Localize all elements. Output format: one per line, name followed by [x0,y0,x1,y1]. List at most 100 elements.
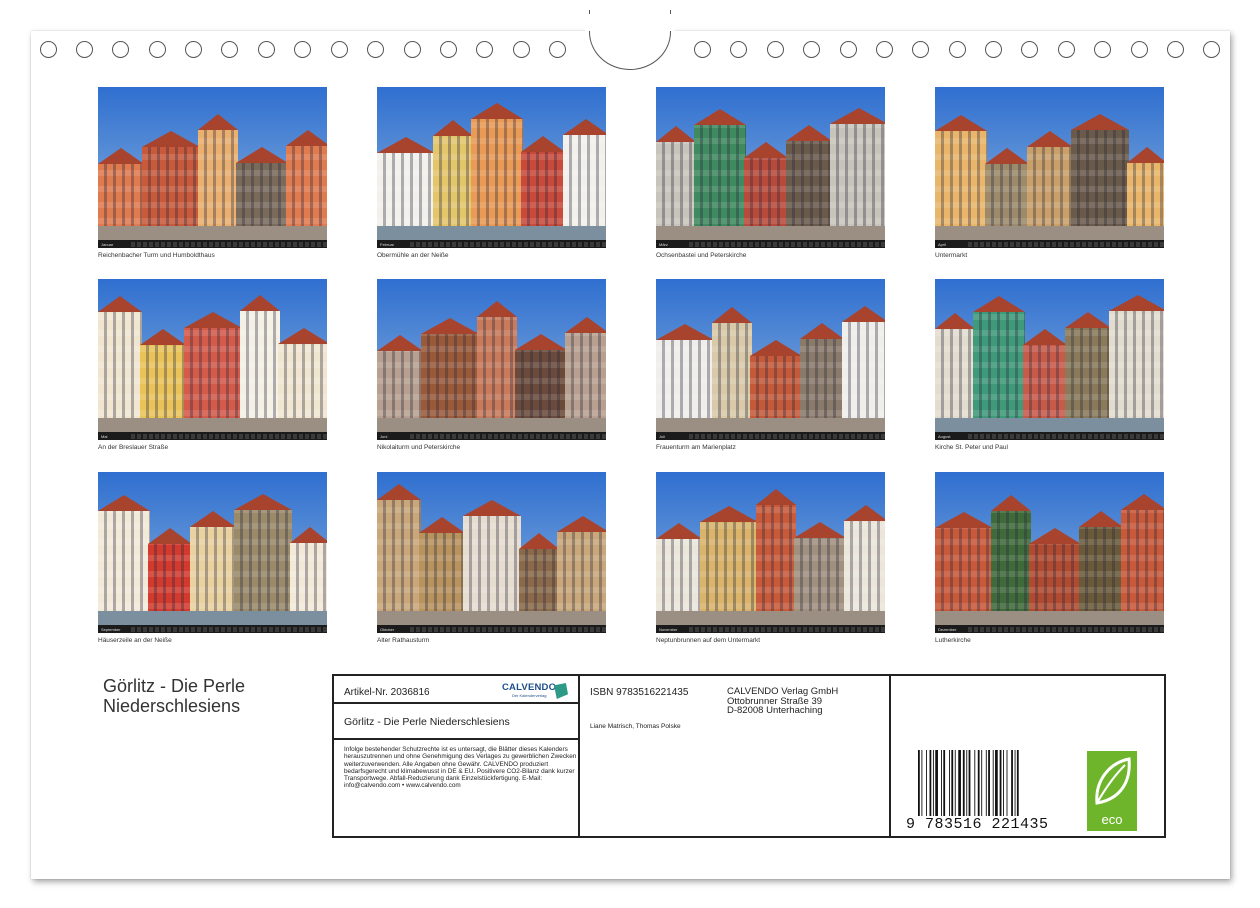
calendar-title: Görlitz - Die Perle Niederschlesiens [103,676,245,716]
photo-caption: Ochsenbastei und Peterskirche [656,252,747,259]
photo-caption: Lutherkirche [935,637,971,644]
barcode-bar [921,750,923,816]
month-photo: August [935,279,1164,440]
article-number: Artikel-Nr. 2036816 [344,687,430,698]
calvendo-logo-icon [554,683,568,699]
leaf-icon [1095,757,1131,805]
month-label: Mai [101,433,108,439]
month-label: Juli [659,433,666,439]
barcode-bar [1003,750,1004,816]
month-label: Oktober [380,626,395,632]
barcode-bar [974,750,976,816]
barcode-bar [999,750,1002,816]
photo-caption: Untermarkt [935,252,968,259]
month-photo: April [935,87,1164,248]
barcode-bar [968,750,971,816]
photo-caption: Kirche St. Peter und Paul [935,444,1008,451]
barcode-bar [962,750,965,816]
month-photo: Oktober [377,472,606,633]
barcode-bar [951,750,954,816]
product-title: Görlitz - Die Perle Niederschlesiens [344,716,510,728]
publisher-city: D-82008 Unterhaching [727,705,823,716]
barcode-digits: 9 783516 221435 [906,816,1049,833]
month-label: Januar [101,241,114,247]
month-label: Dezember [938,626,957,632]
month-photo: Dezember [935,472,1164,633]
barcode-bar [958,750,961,816]
month-label: März [659,241,668,247]
authors: Liane Matrisch, Thomas Polske [590,723,681,730]
barcode-bar [1011,750,1013,816]
barcode-bar [926,750,927,816]
calendar-day-strip: Januar [98,240,327,248]
calvendo-logo-sub: Der Kalenderverlag [512,693,547,698]
calendar-day-strip: Februar [377,240,606,248]
barcode-bar [1006,750,1008,816]
barcode-bar [954,750,956,816]
month-label: August [938,433,951,439]
month-photo: Juli [656,279,885,440]
calendar-day-strip: Juni [377,432,606,440]
calendar-day-strip: September [98,625,327,633]
barcode-bar [943,750,946,816]
month-tile: Oktober Alter Rathausturm [377,472,606,644]
calendar-day-strip: April [935,240,1164,248]
barcode-bar [941,750,942,816]
barcode-bar [977,750,980,816]
month-tile: August Kirche St. Peter und Paul [935,279,1164,451]
month-photo: September [98,472,327,633]
calendar-title-line2: Niederschlesiens [103,696,241,716]
legal-notice: Infolge bestehender Schutzrechte ist es … [344,746,577,790]
month-tile: Dezember Lutherkirche [935,472,1164,644]
barcode-bar [1016,750,1019,816]
barcode-bar [918,750,920,816]
month-tile: April Untermarkt [935,87,1164,259]
barcode-bar [1014,750,1016,816]
isbn: ISBN 9783516221435 [590,687,689,698]
barcode-bar [992,750,994,816]
barcode-bar [932,750,934,816]
photo-caption: Alter Rathausturm [377,637,430,644]
barcode-bar [935,750,938,816]
photo-caption: Reichenbacher Turm und Humboldthaus [98,252,215,259]
calendar-title-line1: Görlitz - Die Perle [103,676,246,696]
barcode-bar [995,750,998,816]
month-photo: Januar [98,87,327,248]
month-photo: Juni [377,279,606,440]
photo-caption: Obermühle an der Neiße [377,252,449,259]
barcode-bar [988,750,990,816]
barcode-bar [966,750,968,816]
calendar-day-strip: November [656,625,885,633]
calvendo-logo-text: CALVENDO [502,682,557,693]
info-box: Artikel-Nr. 2036816 CALVENDO Der Kalende… [332,674,1166,838]
calvendo-logo: CALVENDO Der Kalenderverlag [502,681,572,703]
month-tile: Februar Obermühle an der Neiße [377,87,606,259]
calendar-day-strip: März [656,240,885,248]
barcode-bar [929,750,932,816]
month-label: Juni [380,433,388,439]
month-label: Februar [380,241,395,247]
month-label: April [938,241,947,247]
month-tile: Januar Reichenbacher Turm und Humboldthau… [98,87,327,259]
calendar-day-strip: Juli [656,432,885,440]
month-photo: November [656,472,885,633]
month-label: November [659,626,678,632]
photo-caption: Neptunbrunnen auf dem Untermarkt [656,637,761,644]
month-tile: Juli Frauenturm am Marienplatz [656,279,885,451]
month-tile: November Neptunbrunnen auf dem Untermarkt [656,472,885,644]
photo-caption: An der Breslauer Straße [98,444,169,451]
calendar-day-strip: Oktober [377,625,606,633]
month-photo: März [656,87,885,248]
month-tile: Mai An der Breslauer Straße [98,279,327,451]
month-photo: Mai [98,279,327,440]
month-tile: März Ochsenbastei und Peterskirche [656,87,885,259]
eco-label: eco [1101,812,1123,827]
photo-caption: Frauenturm am Marienplatz [656,444,736,451]
calendar-day-strip: August [935,432,1164,440]
publisher-address: CALVENDO Verlag GmbH Ottobrunner Straße … [727,687,838,716]
calendar-day-strip: Dezember [935,625,1164,633]
barcode [918,750,1019,816]
barcode-bar [949,750,950,816]
photo-caption: Häuserzeile an der Neiße [98,637,172,644]
month-tile: September Häuserzeile an der Neiße [98,472,327,644]
